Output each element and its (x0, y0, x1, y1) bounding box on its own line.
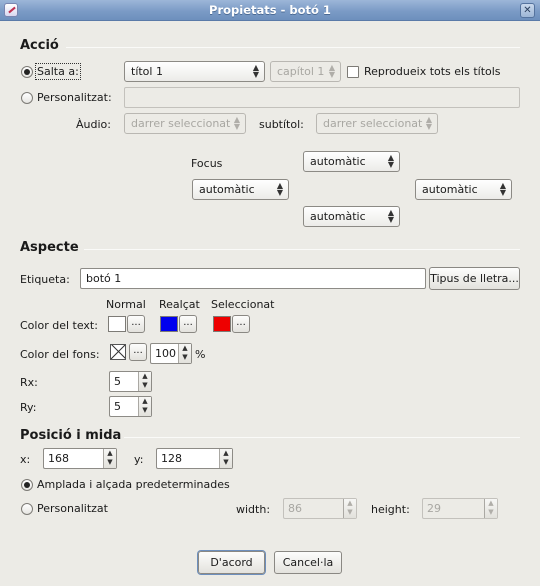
ry-label: Ry: (20, 401, 37, 414)
height-value: 29 (427, 502, 441, 515)
focus-down-select[interactable]: automàtic ▲ ▼ (303, 206, 400, 227)
chevron-updown-icon: ▲ ▼ (252, 63, 259, 79)
chevron-updown-icon: ▲ ▼ (233, 115, 240, 131)
chapter-select-value: capítol 1 (277, 65, 325, 78)
rx-value: 5 (114, 375, 121, 388)
chevron-updown-icon: ▲ ▼ (387, 153, 394, 169)
text-color-selected-swatch[interactable] (213, 316, 231, 332)
focus-left-select[interactable]: automàtic ▲ ▼ (192, 179, 289, 200)
height-spinner[interactable]: 29 ▲ ▼ (422, 498, 498, 519)
bg-color-button[interactable]: ... (129, 343, 147, 361)
personalitzat-radio[interactable] (21, 92, 33, 104)
x-value: 168 (48, 452, 69, 465)
y-value: 128 (161, 452, 182, 465)
title-bar: Propietats - botó 1 ✕ (0, 0, 540, 21)
text-color-normal-button[interactable]: ... (127, 315, 145, 333)
chevron-updown-icon: ▲ ▼ (276, 181, 283, 197)
text-color-highlighted-swatch[interactable] (160, 316, 178, 332)
chapter-select[interactable]: capítol 1 ▲ ▼ (270, 61, 341, 82)
default-size-radio[interactable] (21, 479, 33, 491)
rx-label: Rx: (20, 376, 38, 389)
text-color-highlighted-button[interactable]: ... (179, 315, 197, 333)
subtitle-select[interactable]: darrer seleccionat ▲ ▼ (316, 113, 438, 134)
default-size-label: Amplada i alçada predeterminades (37, 478, 230, 491)
y-spinner[interactable]: 128 ▲ ▼ (156, 448, 233, 469)
audio-label: Àudio: (76, 118, 111, 131)
title-select-value: títol 1 (131, 65, 163, 78)
spinner-arrows-icon[interactable]: ▲ ▼ (103, 449, 116, 468)
audio-select[interactable]: darrer seleccionat ▲ ▼ (124, 113, 246, 134)
title-select[interactable]: títol 1 ▲ ▼ (124, 61, 265, 82)
section-separator (124, 437, 520, 438)
salta-radio[interactable] (21, 66, 33, 78)
subtitle-label: subtítol: (259, 118, 304, 131)
font-button[interactable]: Tipus de lletra... (429, 267, 520, 290)
personalitzat-label: Personalitzat: (37, 91, 112, 104)
focus-label: Focus (191, 157, 223, 170)
width-value: 86 (288, 502, 302, 515)
column-normal: Normal (106, 298, 146, 311)
chevron-updown-icon: ▲ ▼ (499, 181, 506, 197)
chevron-updown-icon: ▲ ▼ (328, 63, 335, 79)
cancel-button[interactable]: Cancel·la (274, 551, 342, 574)
section-heading-accio: Acció (20, 38, 59, 53)
bg-opacity-spinner[interactable]: 100 ▲ ▼ (150, 343, 192, 364)
focus-right-value: automàtic (422, 183, 478, 196)
spinner-arrows-icon[interactable]: ▲ ▼ (178, 344, 191, 363)
x-spinner[interactable]: 168 ▲ ▼ (43, 448, 117, 469)
spinner-arrows-icon[interactable]: ▲ ▼ (219, 449, 232, 468)
ry-value: 5 (114, 400, 121, 413)
text-color-label: Color del text: (20, 319, 98, 332)
focus-up-value: automàtic (310, 155, 366, 168)
section-heading-posicio: Posició i mida (20, 428, 122, 443)
column-selected: Seleccionat (211, 298, 275, 311)
salta-label: Salta a: (35, 63, 81, 80)
bg-opacity-value: 100 (155, 347, 176, 360)
height-label: height: (371, 503, 410, 516)
chevron-updown-icon: ▲ ▼ (387, 208, 394, 224)
custom-size-label: Personalitzat (37, 502, 108, 515)
x-label: x: (20, 453, 31, 466)
width-label: width: (236, 503, 271, 516)
custom-size-radio[interactable] (21, 503, 33, 515)
label-field-label: Etiqueta: (20, 273, 70, 286)
audio-select-value: darrer seleccionat (131, 117, 231, 130)
window-title: Propietats - botó 1 (209, 3, 331, 17)
focus-up-select[interactable]: automàtic ▲ ▼ (303, 151, 400, 172)
spinner-arrows-icon[interactable]: ▲ ▼ (138, 397, 151, 416)
spinner-arrows-icon[interactable]: ▲ ▼ (484, 499, 497, 518)
section-separator (84, 249, 520, 250)
section-separator (66, 47, 520, 48)
close-button[interactable]: ✕ (520, 3, 535, 18)
spinner-arrows-icon[interactable]: ▲ ▼ (138, 372, 151, 391)
focus-down-value: automàtic (310, 210, 366, 223)
rx-spinner[interactable]: 5 ▲ ▼ (109, 371, 152, 392)
focus-right-select[interactable]: automàtic ▲ ▼ (415, 179, 512, 200)
chevron-updown-icon: ▲ ▼ (425, 115, 432, 131)
no-color-icon[interactable] (110, 344, 126, 360)
column-highlighted: Realçat (159, 298, 200, 311)
text-color-selected-button[interactable]: ... (232, 315, 250, 333)
y-label: y: (134, 453, 144, 466)
label-input[interactable]: botó 1 (80, 268, 426, 289)
play-all-label: Reprodueix tots els títols (364, 65, 501, 78)
focus-left-value: automàtic (199, 183, 255, 196)
section-heading-aspecte: Aspecte (20, 240, 79, 255)
ok-button[interactable]: D'acord (198, 551, 265, 574)
custom-action-input[interactable] (124, 87, 520, 108)
percent-sign: % (195, 348, 206, 361)
subtitle-select-value: darrer seleccionat (323, 117, 423, 130)
text-color-normal-swatch[interactable] (108, 316, 126, 332)
width-spinner[interactable]: 86 ▲ ▼ (283, 498, 357, 519)
spinner-arrows-icon[interactable]: ▲ ▼ (343, 499, 356, 518)
ry-spinner[interactable]: 5 ▲ ▼ (109, 396, 152, 417)
play-all-checkbox[interactable] (347, 66, 359, 78)
bg-color-label: Color del fons: (20, 348, 100, 361)
